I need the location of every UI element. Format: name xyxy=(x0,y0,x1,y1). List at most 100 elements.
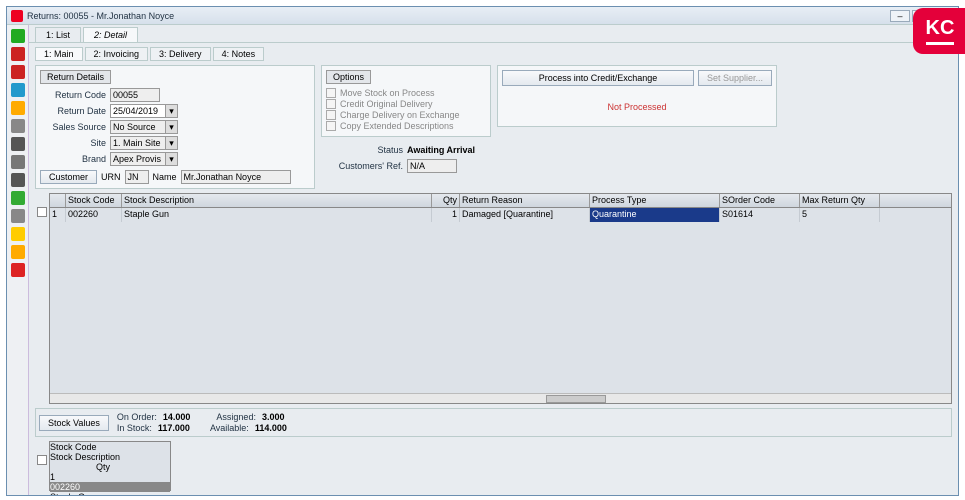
tool-icon[interactable] xyxy=(11,101,25,115)
window-title: Returns: 00055 - Mr.Jonathan Noyce xyxy=(27,11,890,21)
tool-icon[interactable] xyxy=(11,65,25,79)
cell-desc: Staple Gun xyxy=(122,208,432,222)
cell-maxret: 5 xyxy=(800,208,880,222)
checkbox[interactable] xyxy=(326,121,336,131)
chevron-down-icon[interactable]: ▾ xyxy=(166,120,178,134)
return-code-field: 00055 xyxy=(110,88,160,102)
tool-icon[interactable] xyxy=(11,263,25,277)
chevron-down-icon[interactable]: ▾ xyxy=(166,152,178,166)
col-header-stock[interactable]: Stock Code xyxy=(66,194,122,207)
in-stock-label: In Stock: xyxy=(117,423,152,433)
return-code-label: Return Code xyxy=(40,90,106,100)
col-header-desc[interactable]: Stock Description xyxy=(50,452,170,462)
site-field[interactable]: 1. Main Site xyxy=(110,136,166,150)
checkbox[interactable] xyxy=(326,99,336,109)
subtab-main[interactable]: 1: Main xyxy=(35,47,83,61)
return-details-title[interactable]: Return Details xyxy=(40,70,111,84)
on-order-value: 14.000 xyxy=(163,412,191,422)
tool-icon[interactable] xyxy=(11,155,25,169)
tool-icon[interactable] xyxy=(11,29,25,43)
return-details-panel: Return Details Return Code 00055 Return … xyxy=(35,65,315,189)
col-header[interactable] xyxy=(50,194,66,207)
tool-icon[interactable] xyxy=(11,47,25,61)
table-row[interactable]: 1 002260 Staple Gun 1 xyxy=(50,472,170,495)
on-order-label: On Order: xyxy=(117,412,157,422)
options-title[interactable]: Options xyxy=(326,70,371,84)
stock-values-button[interactable]: Stock Values xyxy=(39,415,109,431)
tab-list[interactable]: 1: List xyxy=(35,27,81,42)
col-header-desc[interactable]: Stock Description xyxy=(122,194,432,207)
tool-icon[interactable] xyxy=(11,209,25,223)
col-header-sorder[interactable]: SOrder Code xyxy=(720,194,800,207)
cell-ptype[interactable]: Quarantine xyxy=(590,208,720,222)
subtab-delivery[interactable]: 3: Delivery xyxy=(150,47,211,61)
grid-checkbox[interactable] xyxy=(37,207,47,217)
tool-icon[interactable] xyxy=(11,137,25,151)
brand-field[interactable]: Apex Provis xyxy=(110,152,166,166)
chevron-down-icon[interactable]: ▾ xyxy=(166,136,178,150)
assigned-value: 3.000 xyxy=(262,412,285,422)
process-panel: Process into Credit/Exchange Set Supplie… xyxy=(497,65,777,127)
available-label: Available: xyxy=(210,423,249,433)
process-credit-button[interactable]: Process into Credit/Exchange xyxy=(502,70,694,86)
tool-icon[interactable] xyxy=(11,119,25,133)
cell-idx: 1 xyxy=(50,472,66,482)
sales-source-field[interactable]: No Source xyxy=(110,120,166,134)
process-status: Not Processed xyxy=(502,92,772,122)
tool-icon[interactable] xyxy=(11,83,25,97)
top-tabs: 1: List 2: Detail xyxy=(29,25,958,43)
options-panel: Options Move Stock on Process Credit Ori… xyxy=(321,65,491,137)
customer-button[interactable]: Customer xyxy=(40,170,97,184)
cust-ref-field: N/A xyxy=(407,159,457,173)
col-header-stock[interactable]: Stock Code xyxy=(50,442,170,452)
name-label: Name xyxy=(153,172,177,182)
chevron-down-icon[interactable]: ▾ xyxy=(166,104,178,118)
subtab-invoicing[interactable]: 2: Invoicing xyxy=(85,47,149,61)
urn-field: JN xyxy=(125,170,149,184)
col-header-qty[interactable]: Qty xyxy=(50,462,110,472)
cust-ref-label: Customers' Ref. xyxy=(321,161,403,171)
scrollbar[interactable] xyxy=(50,393,951,403)
col-header-reason[interactable]: Return Reason xyxy=(460,194,590,207)
available-value: 114.000 xyxy=(255,423,287,433)
tab-detail[interactable]: 2: Detail xyxy=(83,27,138,42)
customer-name-field: Mr.Jonathan Noyce xyxy=(181,170,291,184)
status-label: Status xyxy=(321,145,403,155)
side-toolbar xyxy=(7,25,29,495)
cell-desc: Staple Gun xyxy=(50,492,170,495)
option-label: Copy Extended Descriptions xyxy=(340,121,454,131)
tool-icon[interactable] xyxy=(11,227,25,241)
table-row[interactable]: 1 002260 Staple Gun 1 Damaged [Quarantin… xyxy=(50,208,951,222)
status-value: Awaiting Arrival xyxy=(407,145,475,155)
col-header-qty[interactable]: Qty xyxy=(432,194,460,207)
in-stock-value: 117.000 xyxy=(158,423,190,433)
cell-sorder: S01614 xyxy=(720,208,800,222)
col-header-maxret[interactable]: Max Return Qty xyxy=(800,194,880,207)
sales-source-label: Sales Source xyxy=(40,122,106,132)
titlebar: Returns: 00055 - Mr.Jonathan Noyce – ◻ ✕ xyxy=(7,7,958,25)
stock-values-panel: Stock Values On Order: 14.000 Assigned: … xyxy=(35,408,952,437)
cell-stock: 002260 xyxy=(50,482,170,492)
checkbox[interactable] xyxy=(326,110,336,120)
minimize-button[interactable]: – xyxy=(890,10,910,22)
col-header-ptype[interactable]: Process Type xyxy=(590,194,720,207)
tool-icon[interactable] xyxy=(11,191,25,205)
checkbox[interactable] xyxy=(326,88,336,98)
option-label: Charge Delivery on Exchange xyxy=(340,110,460,120)
tool-icon[interactable] xyxy=(11,173,25,187)
set-supplier-button[interactable]: Set Supplier... xyxy=(698,70,772,86)
return-date-label: Return Date xyxy=(40,106,106,116)
stock-grid: Stock Code Stock Description Qty 1 00226… xyxy=(49,441,171,491)
return-date-field[interactable]: 25/04/2019 xyxy=(110,104,166,118)
urn-label: URN xyxy=(101,172,121,182)
app-icon xyxy=(11,10,23,22)
cell-reason: Damaged [Quarantine] xyxy=(460,208,590,222)
option-label: Move Stock on Process xyxy=(340,88,435,98)
subtab-notes[interactable]: 4: Notes xyxy=(213,47,265,61)
brand-label: Brand xyxy=(40,154,106,164)
app-window: Returns: 00055 - Mr.Jonathan Noyce – ◻ ✕ xyxy=(6,6,959,496)
cell-qty: 1 xyxy=(432,208,460,222)
grid2-checkbox[interactable] xyxy=(37,455,47,465)
site-label: Site xyxy=(40,138,106,148)
tool-icon[interactable] xyxy=(11,245,25,259)
